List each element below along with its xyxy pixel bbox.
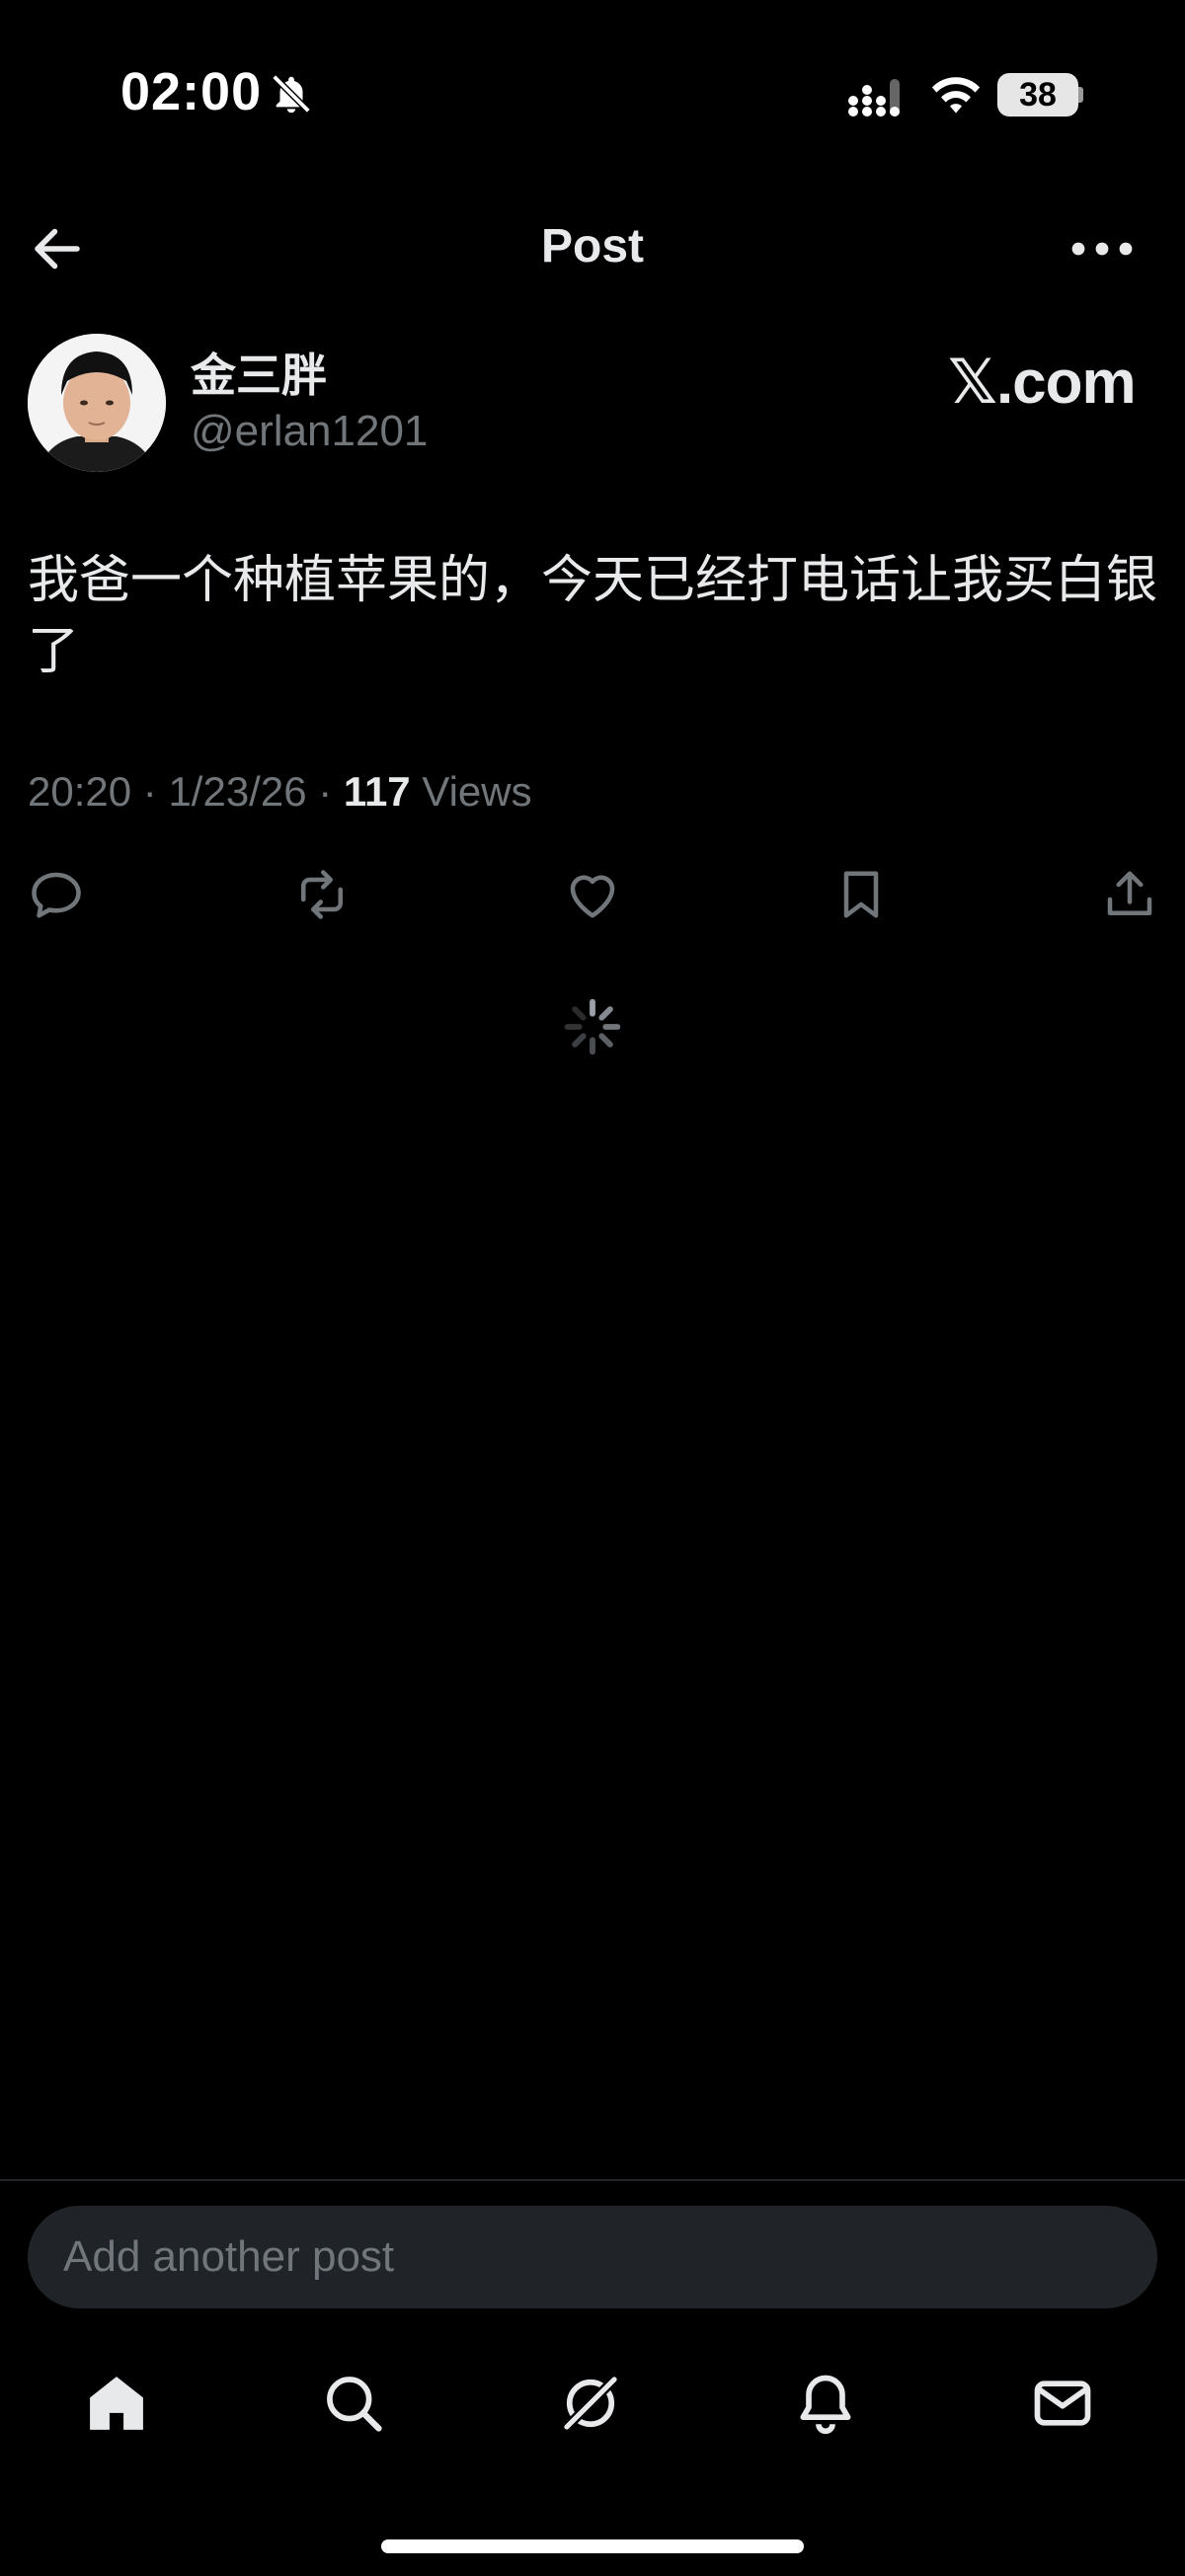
more-icon[interactable] xyxy=(1066,229,1138,269)
home-icon[interactable] xyxy=(83,2370,150,2437)
source-label: 𝕏.com xyxy=(948,349,1137,417)
share-icon[interactable] xyxy=(1100,865,1159,924)
meta-separator: · xyxy=(318,768,344,815)
composer-divider xyxy=(0,2179,1185,2181)
views-label: Views xyxy=(422,768,532,815)
post-meta: 20:20 · 1/23/26 · 117 Views xyxy=(28,768,532,816)
messages-icon[interactable] xyxy=(1029,2370,1096,2437)
post-time: 20:20 xyxy=(28,768,132,815)
author-name[interactable]: 金三胖 xyxy=(191,340,327,405)
wifi-icon xyxy=(931,77,981,114)
reply-input[interactable] xyxy=(28,2206,1157,2308)
reply-composer[interactable] xyxy=(28,2206,1157,2308)
meta-separator: · xyxy=(142,768,169,815)
bookmark-icon[interactable] xyxy=(831,865,891,924)
repost-icon[interactable] xyxy=(292,865,352,924)
like-icon[interactable] xyxy=(563,865,622,924)
signal-icon xyxy=(848,79,900,117)
grok-icon[interactable] xyxy=(557,2370,624,2437)
notifications-icon[interactable] xyxy=(792,2370,859,2437)
views-count: 117 xyxy=(343,768,411,815)
author-handle[interactable]: @erlan1201 xyxy=(191,407,428,456)
status-time: 02:00 xyxy=(120,62,263,121)
reply-icon[interactable] xyxy=(27,865,86,924)
page-title: Post xyxy=(540,220,644,273)
avatar[interactable] xyxy=(28,334,166,472)
avatar-image xyxy=(28,334,166,472)
post-date: 1/23/26 xyxy=(168,768,307,815)
battery-tip xyxy=(1078,87,1083,103)
home-indicator xyxy=(381,2539,804,2553)
search-icon[interactable] xyxy=(320,2370,387,2437)
battery-icon: 38 xyxy=(997,73,1078,117)
bell-off-icon xyxy=(272,74,311,114)
post-text: 我爸一个种植苹果的，今天已经打电话让我买白银了 xyxy=(28,551,1158,681)
loading-spinner-icon xyxy=(564,998,621,1055)
